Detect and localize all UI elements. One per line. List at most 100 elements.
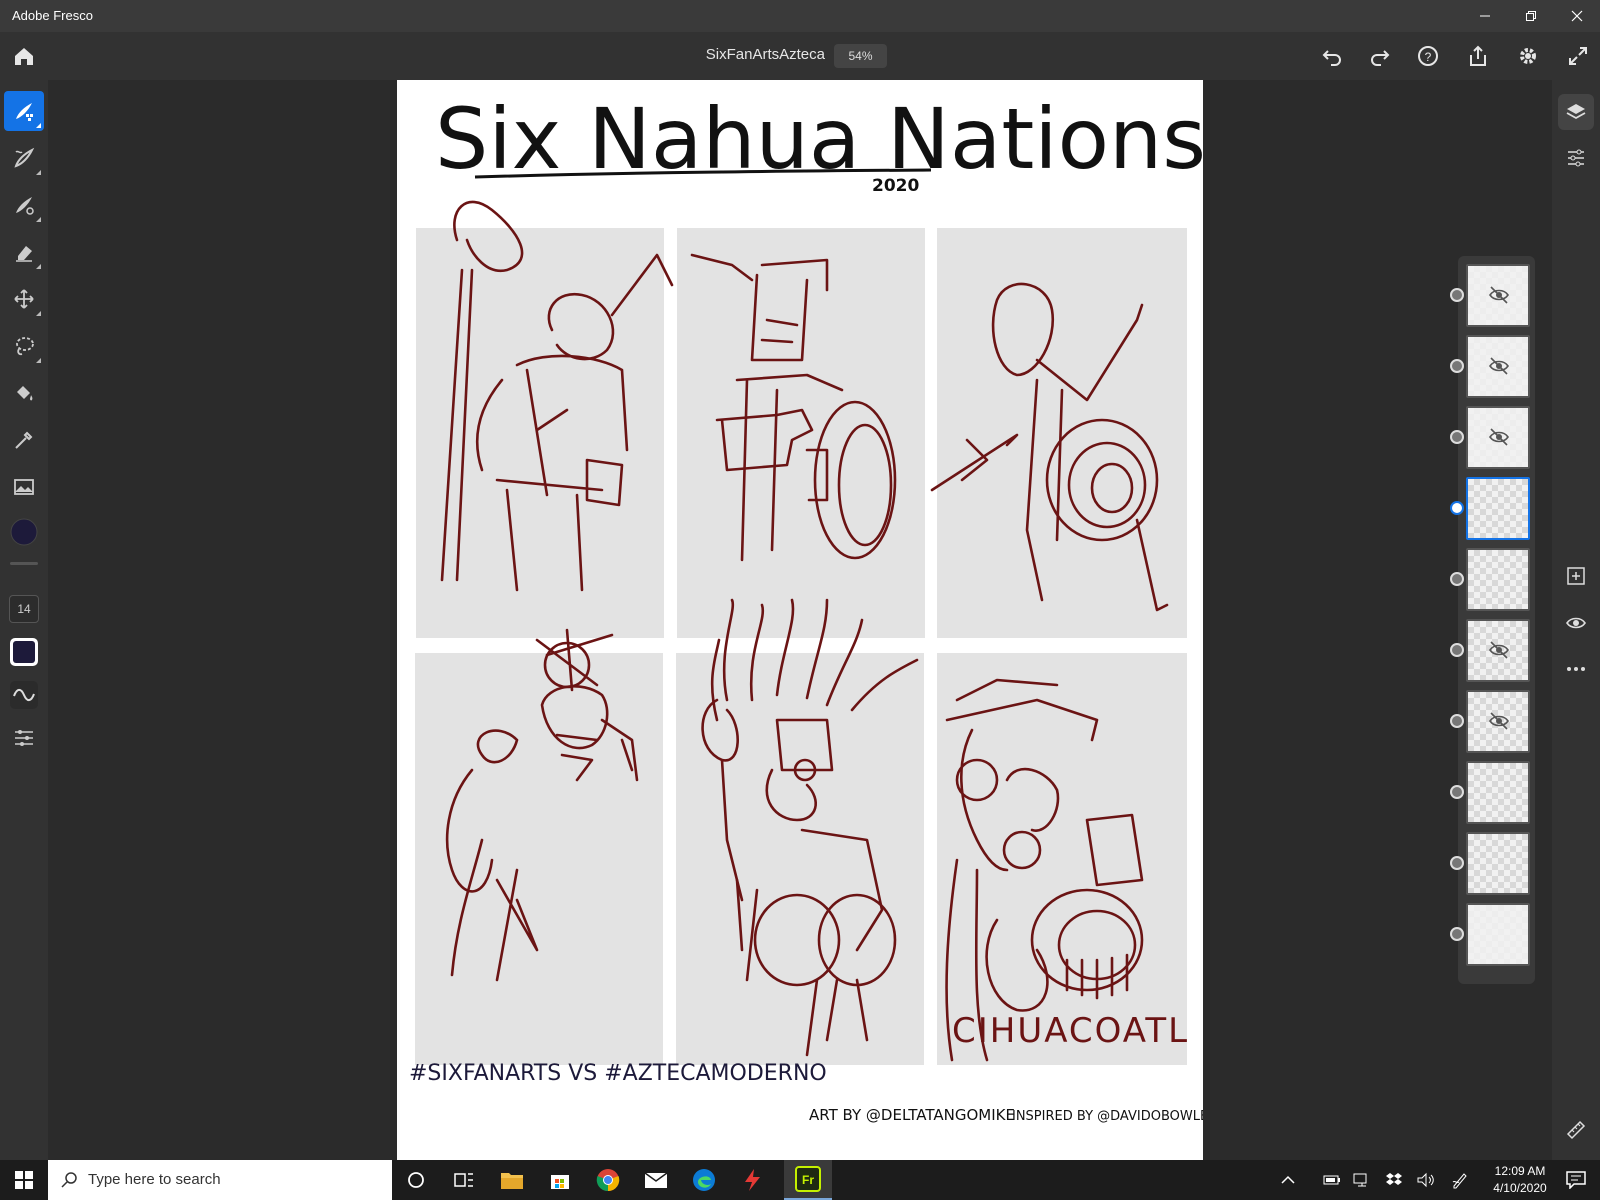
- color-swatch[interactable]: [4, 512, 44, 552]
- layer-indicator[interactable]: [1450, 714, 1464, 728]
- network-tray[interactable]: [1348, 1160, 1376, 1200]
- eyedropper-tool[interactable]: [4, 420, 44, 460]
- place-image-tool[interactable]: [4, 467, 44, 507]
- undo-button[interactable]: [1316, 40, 1348, 72]
- restore-button[interactable]: [1508, 0, 1554, 32]
- vector-brush-tool[interactable]: [4, 185, 44, 225]
- artwork-credit-art: Art by @DeltaTangoMike: [809, 1106, 1015, 1124]
- right-bar: [1552, 80, 1600, 1160]
- sliders-icon: [1568, 149, 1584, 167]
- chrome-button[interactable]: [584, 1160, 632, 1200]
- fullscreen-icon: [1569, 47, 1587, 65]
- layers-button[interactable]: [1558, 94, 1594, 130]
- edge-button[interactable]: [680, 1160, 728, 1200]
- live-brush-icon: [14, 147, 35, 168]
- layer-thumbnail[interactable]: [1466, 619, 1530, 682]
- notification-icon: [1566, 1171, 1586, 1189]
- fresco-taskbar-button[interactable]: Fr: [784, 1160, 832, 1200]
- artwork-canvas[interactable]: Six Nahua Nations 2020 CIHUACOATL #SIXFA…: [397, 80, 1203, 1160]
- close-button[interactable]: [1554, 0, 1600, 32]
- brush-settings-button[interactable]: [4, 718, 44, 758]
- home-button[interactable]: [8, 40, 40, 72]
- folder-icon: [501, 1173, 523, 1189]
- brush-size[interactable]: 14: [9, 595, 39, 623]
- layer-thumbnail[interactable]: [1466, 690, 1530, 753]
- layer-indicator[interactable]: [1450, 501, 1464, 515]
- cortana-icon: [408, 1172, 424, 1188]
- help-icon: ?: [1418, 46, 1438, 66]
- pixel-brush-tool[interactable]: [4, 91, 44, 131]
- battery-tray[interactable]: [1318, 1160, 1346, 1200]
- volume-tray[interactable]: [1412, 1160, 1440, 1200]
- background-layer-indicator[interactable]: [1450, 927, 1464, 941]
- live-brush-tool[interactable]: [4, 138, 44, 178]
- lightning-icon: [745, 1169, 760, 1191]
- document-title[interactable]: SixFanArtsAzteca: [680, 46, 825, 63]
- task-view-button[interactable]: [440, 1160, 488, 1200]
- layer-indicator[interactable]: [1450, 359, 1464, 373]
- smoothing-button[interactable]: [4, 675, 44, 715]
- layer-indicator[interactable]: [1450, 856, 1464, 870]
- file-explorer-button[interactable]: [488, 1160, 536, 1200]
- redo-button[interactable]: [1364, 40, 1396, 72]
- image-icon: [14, 479, 34, 495]
- search-icon: [61, 1172, 77, 1188]
- store-button[interactable]: [536, 1160, 584, 1200]
- eraser-icon: [16, 246, 32, 262]
- layer-thumbnail[interactable]: [1466, 761, 1530, 824]
- undo-icon: [1322, 50, 1341, 66]
- eraser-tool[interactable]: [4, 232, 44, 272]
- more-icon: [1567, 667, 1585, 671]
- layer-indicator[interactable]: [1450, 643, 1464, 657]
- minimize-button[interactable]: [1462, 0, 1508, 32]
- layer-thumbnail[interactable]: [1466, 264, 1530, 327]
- artwork-year: 2020: [872, 176, 919, 196]
- help-button[interactable]: ?: [1412, 40, 1444, 72]
- mail-button[interactable]: [632, 1160, 680, 1200]
- layer-properties-button[interactable]: [1560, 142, 1592, 174]
- taskbar-clock[interactable]: 12:09 AM 4/10/2020: [1480, 1163, 1560, 1197]
- layer-indicator[interactable]: [1450, 430, 1464, 444]
- clock-time: 12:09 AM: [1494, 1164, 1546, 1178]
- tray-expand-button[interactable]: [1276, 1160, 1300, 1200]
- fill-tool[interactable]: [4, 373, 44, 413]
- layer-thumbnail[interactable]: [1466, 548, 1530, 611]
- cortana-button[interactable]: [392, 1160, 440, 1200]
- move-tool[interactable]: [4, 279, 44, 319]
- start-button[interactable]: [0, 1160, 48, 1200]
- layer-thumbnail[interactable]: [1466, 903, 1530, 966]
- taskbar-search[interactable]: Type here to search: [48, 1160, 392, 1200]
- share-button[interactable]: [1462, 40, 1494, 72]
- more-options-button[interactable]: [1560, 653, 1592, 685]
- notifications-button[interactable]: [1552, 1160, 1600, 1200]
- pen-tray[interactable]: [1446, 1160, 1474, 1200]
- artwork-drawing: Six Nahua Nations 2020 Cihuacoatl #SixFa…: [409, 90, 1203, 1124]
- layer-indicator[interactable]: [1450, 572, 1464, 586]
- fullscreen-button[interactable]: [1562, 40, 1594, 72]
- app-red-button[interactable]: [728, 1160, 776, 1200]
- layer-thumbnail[interactable]: [1466, 335, 1530, 398]
- layer-thumbnail[interactable]: [1466, 832, 1530, 895]
- add-layer-button[interactable]: [1560, 560, 1592, 592]
- eye-hidden-icon: [1489, 641, 1509, 659]
- layer-indicator[interactable]: [1450, 288, 1464, 302]
- fresco-label: Fr: [802, 1173, 814, 1187]
- layer-thumbnail[interactable]: [1466, 406, 1530, 469]
- artwork-credit-inspired: Inspired by @DavidOBowles: [1012, 1109, 1203, 1124]
- brush-color-button[interactable]: [4, 632, 44, 672]
- lasso-tool[interactable]: [4, 326, 44, 366]
- panel-5: [676, 653, 924, 1065]
- layer-indicator[interactable]: [1450, 785, 1464, 799]
- dropbox-tray[interactable]: [1380, 1160, 1408, 1200]
- layer-transparency: [1468, 834, 1528, 893]
- settings-button[interactable]: [1512, 40, 1544, 72]
- layer-thumbnail[interactable]: [1466, 477, 1530, 540]
- brush-color-icon: [10, 638, 38, 666]
- zoom-level[interactable]: 54%: [834, 44, 887, 68]
- title-bar: Adobe Fresco: [0, 0, 1600, 32]
- vector-brush-icon: [16, 197, 34, 215]
- redo-icon: [1371, 50, 1390, 66]
- ruler-button[interactable]: [1560, 1114, 1592, 1146]
- mail-icon: [644, 1172, 668, 1188]
- layer-visibility-button[interactable]: [1560, 607, 1592, 639]
